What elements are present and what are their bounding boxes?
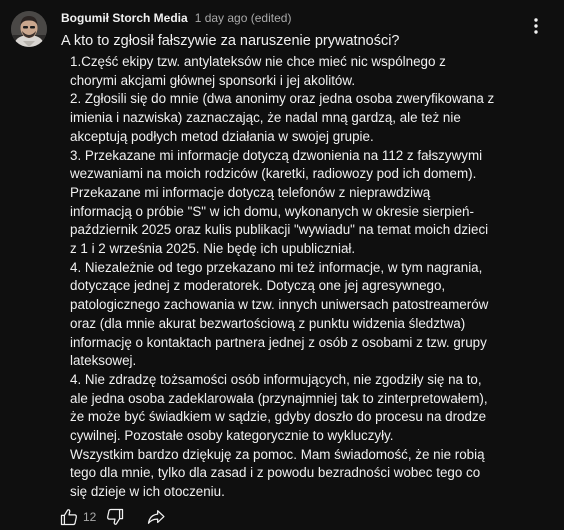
comment-line: z 1 i 2 września 2025. Nie będę ich upub… [70, 241, 356, 257]
comment-line: Wszystkim bardzo dziękuję za pomoc. Mam … [70, 446, 485, 462]
comment-line: cywilnej. Pozostałe osoby kategorycznie … [70, 428, 394, 444]
comment-line: 3. Przekazane mi informacje dotyczą dzwo… [70, 147, 483, 163]
comment-line: dotyczące jednej z moderatorek. Dotyczą … [70, 278, 446, 294]
comment-line: wezwaniami na moich rodziców (karetki, r… [70, 166, 477, 182]
comment-line: lateksowej. [70, 353, 137, 369]
comment-line: 1.Część ekipy tzw. antylateksów nie chce… [70, 54, 446, 69]
comment-line: październik 2025 oraz kulis publikacji "… [70, 222, 489, 238]
comment-thread: Bogumił Storch Media 1 day ago (edited) … [0, 0, 564, 530]
edited-label: (edited) [250, 11, 292, 25]
comment-line: akceptują podłych metod działania w swoj… [70, 128, 374, 144]
comment-line: imienia i nazwiska) zaznaczając, że nada… [70, 110, 461, 126]
comment-line: ale jedna osoba zadeklarowała (przynajmn… [70, 390, 488, 406]
avatar-photo-icon [11, 11, 47, 47]
comment-line: 4. Nie zdradzę tożsamości osób informują… [70, 371, 482, 387]
comment-actions: 12 [59, 505, 166, 529]
comment-line: informacją o próbie "S" w ich domu, wyko… [70, 203, 474, 219]
comment-line: patologicznego zachowania w tzw. innych … [70, 297, 489, 313]
more-options-button[interactable] [526, 14, 546, 38]
comment-header: Bogumił Storch Media 1 day ago (edited) [61, 9, 291, 27]
comment-timestamp[interactable]: 1 day ago (edited) [195, 11, 292, 25]
comment-line: się dzieje w ich otoczeniu. [70, 484, 225, 500]
comment-line: że może być świadkiem w sądzie, gdyby do… [70, 409, 487, 425]
comment-body: 1.Część ekipy tzw. antylateksów nie chce… [70, 53, 550, 502]
timestamp-text: 1 day ago [194, 11, 248, 25]
comment-line: Przekazane mi informacje dotyczą telefon… [70, 184, 431, 200]
comment-line: 2. Zgłosili się do mnie (dwa anonimy ora… [70, 91, 495, 107]
dislike-button[interactable] [105, 507, 125, 527]
comment-title: A kto to zgłosił fałszywie za naruszenie… [61, 33, 400, 49]
comment-line: chorymi akcjami głównej sponsorki i jej … [70, 72, 356, 88]
thumb-down-icon [107, 508, 124, 525]
comment-line: tego dla mnie, tylko dla zasad i z powod… [70, 465, 481, 481]
thumb-up-icon [60, 509, 77, 526]
comment-line: 4. Niezależnie od tego przekazano mi też… [70, 259, 483, 275]
avatar[interactable] [11, 11, 47, 47]
like-count: 12 [83, 510, 97, 524]
author-name[interactable]: Bogumił Storch Media [61, 11, 188, 25]
comment-line: oraz (dla mnie akurat bezwartościową z p… [70, 315, 466, 331]
more-vert-icon [534, 18, 538, 34]
share-button[interactable] [146, 507, 166, 527]
comment-line: informację o kontaktach partnera jednej … [70, 334, 487, 350]
share-arrow-icon [148, 510, 165, 524]
like-button[interactable] [59, 507, 79, 527]
